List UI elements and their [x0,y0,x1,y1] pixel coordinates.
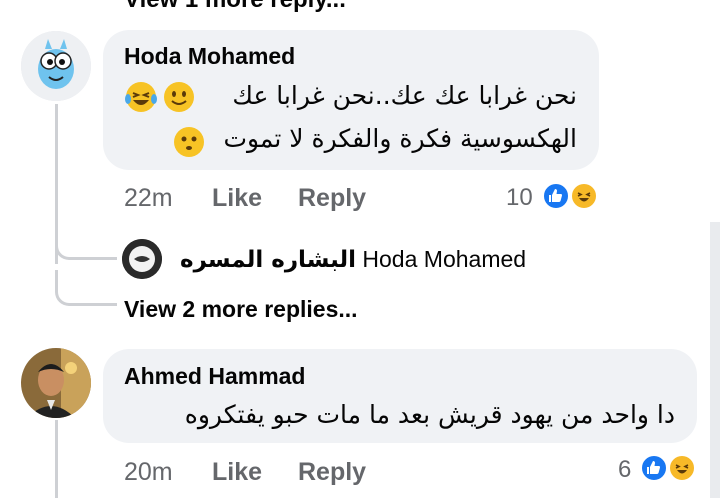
thread-connector [55,270,117,306]
like-reaction-icon [542,182,570,210]
page-logo-avatar[interactable] [122,239,162,279]
like-button[interactable]: Like [212,184,262,213]
comment-timestamp[interactable]: 20m [124,458,173,487]
comment-timestamp[interactable]: 22m [124,184,173,213]
reaction-count[interactable]: 10 [506,184,533,212]
reply-button[interactable]: Reply [298,458,366,487]
thread-connector [55,224,117,260]
reply-button[interactable]: Reply [298,184,366,213]
scrollbar-track[interactable] [710,222,720,498]
gumball-avatar[interactable] [21,31,91,101]
haha-reaction-icon [668,454,696,482]
smiling-face-emoji [164,82,194,112]
comment-author[interactable]: Hoda Mohamed [124,43,295,70]
comment-text-line: نحن غرابا عك عك..نحن غرابا عك [232,81,577,110]
reply-author-name[interactable]: البشاره المسره [180,247,356,273]
flushed-face-emoji [174,127,204,157]
reply-mention: Hoda Mohamed [362,246,527,272]
thread-line [55,420,58,498]
comment-text-line: دا واحد من يهود قريش بعد ما مات حبو يفتك… [184,400,675,429]
like-reaction-icon [640,454,668,482]
view-more-replies[interactable]: View 2 more replies... [124,296,358,323]
laughing-tears-emoji [125,82,157,112]
comment-author[interactable]: Ahmed Hammad [124,363,305,390]
reaction-count[interactable]: 6 [618,456,631,484]
profile-photo-avatar[interactable] [21,348,91,418]
haha-reaction-icon [570,182,598,210]
comment-text-line: الهكسوسية فكرة والفكرة لا تموت [223,124,577,153]
view-more-replies-clipped[interactable]: View 1 more reply... [124,0,346,14]
like-button[interactable]: Like [212,458,262,487]
reply-preview-mention[interactable]: البشاره المسره Hoda Mohamed [180,246,526,273]
